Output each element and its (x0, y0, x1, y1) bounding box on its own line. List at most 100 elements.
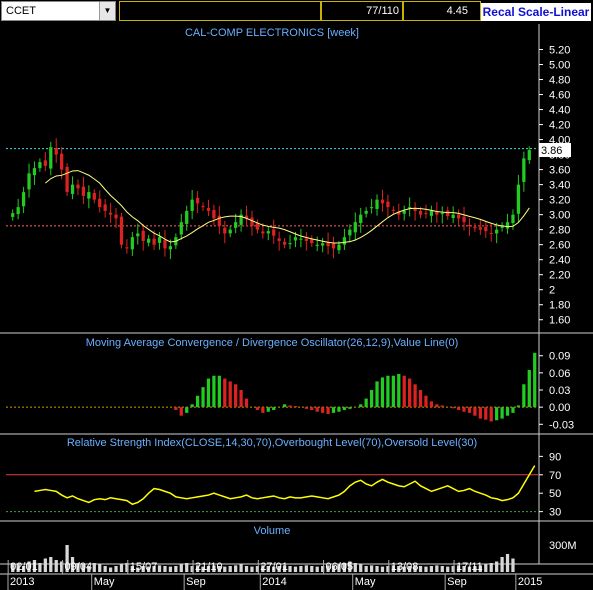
volume-bar (484, 564, 488, 572)
macd-bar (337, 407, 341, 412)
macd-bar (369, 390, 374, 408)
candle-body (467, 224, 472, 226)
volume-bar (174, 566, 178, 572)
candle-body (456, 214, 461, 219)
candle-body (21, 192, 26, 207)
volume-bar (380, 566, 385, 572)
volume-bar (179, 564, 183, 572)
rsi-y-tick-label: 50 (549, 488, 561, 500)
macd-bar (315, 407, 319, 412)
info-field (119, 1, 321, 21)
candle-body (489, 232, 493, 234)
volume-bar (424, 566, 428, 572)
volume-y-tick-label: 300M (549, 540, 577, 552)
candle-body (168, 246, 173, 250)
candle-body (16, 207, 20, 215)
macd-bar (293, 406, 298, 408)
volume-bar (92, 563, 96, 572)
macd-bar (380, 377, 385, 408)
volume-bar (103, 566, 107, 572)
candle-body (98, 198, 102, 208)
macd-bar (408, 378, 412, 408)
candle-body (391, 209, 395, 211)
candle-body (277, 238, 281, 241)
price-y-tick-label: 3.60 (549, 165, 570, 177)
macd-bar (244, 398, 249, 408)
macd-bar (527, 370, 531, 408)
volume-bar (304, 565, 308, 572)
candle-body (119, 216, 124, 245)
macd-bar (326, 407, 330, 414)
candle-body (201, 206, 205, 208)
x-bottom-label: 2015 (518, 576, 542, 588)
candle-body (380, 199, 385, 204)
macd-bar (206, 378, 211, 408)
chevron-down-icon[interactable]: ▼ (99, 2, 115, 20)
macd-bar (402, 375, 406, 408)
x-bottom-label: May (355, 576, 376, 588)
candle-body (462, 216, 466, 223)
price-y-tick-label: 3.20 (549, 195, 570, 207)
recal-scale-button[interactable]: Recal Scale-Linear (481, 3, 591, 21)
volume-bar (489, 563, 493, 572)
candle-body (92, 193, 96, 200)
macd-y-tick-label: 0.06 (549, 368, 570, 380)
volume-bar (43, 558, 47, 572)
panel-frames (0, 24, 593, 575)
price-y-tick-label: 3.00 (549, 210, 570, 222)
candle-body (157, 237, 162, 243)
candle-body (70, 184, 75, 194)
candle-body (511, 214, 515, 224)
volume-bar (223, 566, 227, 572)
candle-body (43, 160, 47, 166)
volume-bar (440, 566, 444, 572)
candle-body (255, 223, 260, 230)
volume-bar (315, 566, 319, 572)
y-axis: 5.205.004.804.604.404.204.003.803.603.40… (539, 45, 577, 552)
macd-y-tick-label: 0.03 (549, 385, 570, 397)
candle-body (516, 184, 521, 214)
price-y-tick-label: 2.40 (549, 255, 570, 267)
macd-y-tick-label: 0.09 (549, 351, 570, 363)
price-y-tick-label: 5.00 (549, 60, 570, 72)
price-y-tick-label: 1.60 (549, 315, 570, 327)
candle-body (342, 237, 347, 245)
candle-body (522, 158, 526, 182)
macd-bar (478, 407, 482, 419)
price-y-tick-label: 2.20 (549, 270, 570, 282)
volume-bar (108, 567, 113, 572)
x-bottom-label: 2013 (10, 576, 34, 588)
candle-body (293, 237, 298, 241)
chart-area[interactable]: CAL-COMP ELECTRONICS [week] Moving Avera… (0, 24, 593, 590)
candle-body (310, 239, 314, 244)
candle-body (413, 208, 417, 211)
rsi-line (34, 465, 536, 506)
symbol-select[interactable]: CCET ▼ (1, 1, 116, 21)
price-y-tick-label: 4.20 (549, 120, 570, 132)
volume-bar (418, 566, 423, 572)
candle-body (136, 233, 140, 237)
candle-body (495, 229, 499, 234)
volume-bar (250, 566, 254, 572)
candle-body (299, 238, 303, 240)
x-bottom-label: 2014 (262, 576, 286, 588)
x-bottom-label: Sep (186, 576, 206, 588)
x-bottom-label: Sep (447, 576, 467, 588)
bar-position-value: 77/110 (366, 5, 399, 17)
candle-body (266, 231, 270, 234)
volume-bar (505, 554, 510, 572)
candle-body (130, 237, 134, 250)
x-top-label: 15/07 (130, 561, 158, 573)
volume-bar (299, 566, 303, 572)
volume-bar (114, 566, 118, 572)
candle-body (353, 222, 357, 233)
candle-body (32, 168, 37, 176)
volume-bar (353, 563, 357, 572)
macd-bar (342, 407, 347, 410)
candle-body (321, 243, 325, 246)
macd-y-tick-label: 0.00 (549, 402, 570, 414)
macd-bar (304, 407, 308, 409)
price-y-tick-label: 5.20 (549, 45, 570, 57)
volume-bar (49, 557, 53, 572)
candle-body (49, 147, 53, 169)
